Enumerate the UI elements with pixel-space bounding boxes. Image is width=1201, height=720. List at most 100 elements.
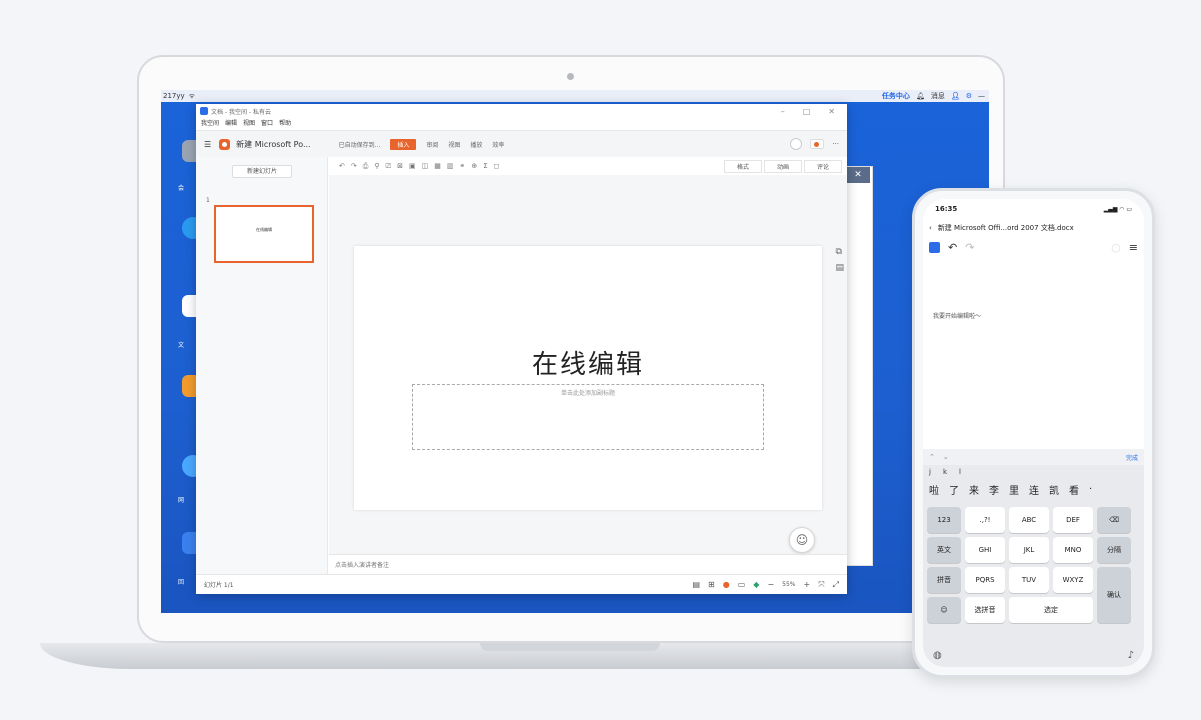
pinyin-item[interactable]: l bbox=[959, 468, 961, 476]
format-painter-icon[interactable]: ⎙ bbox=[363, 162, 369, 171]
shape-icon[interactable]: ◫ bbox=[422, 162, 429, 170]
hamburger-icon[interactable]: ☰ bbox=[204, 140, 211, 149]
key-def[interactable]: DEF bbox=[1053, 507, 1093, 533]
candidate[interactable]: · bbox=[1089, 484, 1092, 495]
formula-icon[interactable]: Σ bbox=[483, 162, 487, 170]
animation-button[interactable]: 动画 bbox=[763, 159, 802, 173]
key-english[interactable]: 英文 bbox=[927, 537, 961, 563]
speaker-notes[interactable]: 点击插入演讲者备注 bbox=[329, 554, 847, 574]
candidate[interactable]: 连 bbox=[1029, 482, 1039, 497]
pinyin-item[interactable]: j bbox=[929, 468, 931, 476]
candidate[interactable]: 来 bbox=[969, 482, 979, 497]
phone-doc-text[interactable]: 我要开始编辑啦～ bbox=[933, 311, 981, 320]
key-pqrs[interactable]: PQRS bbox=[965, 567, 1005, 593]
chevron-down-icon[interactable]: ⌄ bbox=[943, 453, 949, 461]
key-select[interactable]: 选定 bbox=[1009, 597, 1093, 623]
minimize-icon[interactable]: – bbox=[781, 107, 785, 116]
tab-insert[interactable]: 插入 bbox=[390, 138, 417, 150]
key-abc[interactable]: ABC bbox=[1009, 507, 1049, 533]
close-icon[interactable]: ✕ bbox=[828, 107, 835, 116]
menu-item[interactable]: 编辑 bbox=[225, 118, 237, 130]
candidate[interactable]: 里 bbox=[1009, 482, 1019, 497]
menu-item[interactable]: 我空间 bbox=[201, 118, 219, 130]
candidate[interactable]: 了 bbox=[949, 482, 959, 497]
wifi-icon[interactable]: ᯤ bbox=[189, 92, 195, 101]
tab-play[interactable]: 播放 bbox=[470, 140, 482, 149]
comment-button[interactable]: 评论 bbox=[803, 159, 842, 173]
theme-icon[interactable]: ◆ bbox=[753, 580, 759, 589]
undo-icon[interactable]: ↶ bbox=[339, 162, 345, 170]
layout-icon[interactable]: ⧉ bbox=[835, 247, 844, 257]
assistant-button[interactable]: ☺ bbox=[789, 527, 815, 553]
slide-thumbnail[interactable]: 在线编辑 bbox=[214, 205, 314, 263]
avatar[interactable]: ○ bbox=[1111, 241, 1121, 254]
fullscreen-icon[interactable]: ⤢ bbox=[833, 580, 839, 590]
taskbar-app-label[interactable]: 217yy bbox=[163, 92, 185, 100]
emoji-icon[interactable]: ☺ bbox=[927, 597, 961, 623]
chart-icon[interactable]: ▥ bbox=[447, 162, 454, 170]
slide[interactable]: 在线编辑 单击此处添加副标题 bbox=[354, 246, 822, 510]
table-icon[interactable]: ▦ bbox=[434, 162, 441, 170]
textbox-icon[interactable]: ⊠ bbox=[397, 162, 403, 170]
key-pinyin[interactable]: 拼音 bbox=[927, 567, 961, 593]
chevron-up-icon[interactable]: ⌃ bbox=[929, 453, 935, 461]
globe-icon[interactable]: ◍ bbox=[933, 650, 942, 661]
key-confirm[interactable]: 确认 bbox=[1097, 567, 1131, 623]
user-icon[interactable]: 👤︎ bbox=[951, 92, 960, 100]
candidate[interactable]: 啦 bbox=[929, 482, 939, 497]
print-icon[interactable]: ⎚ bbox=[386, 162, 392, 171]
redo-icon[interactable]: ↷ bbox=[351, 162, 357, 170]
zoom-in-icon[interactable]: + bbox=[803, 580, 810, 589]
undo-icon[interactable]: ↶ bbox=[948, 241, 957, 254]
menu-item[interactable]: 视图 bbox=[243, 118, 255, 130]
tab-efficiency[interactable]: 效率 bbox=[492, 140, 504, 149]
candidate[interactable]: 看 bbox=[1069, 482, 1079, 497]
symbol-icon[interactable]: ⊕ bbox=[471, 162, 477, 170]
link-icon[interactable]: ⚭ bbox=[459, 162, 465, 170]
pinyin-item[interactable]: k bbox=[943, 468, 947, 476]
task-center-label[interactable]: 任务中心 bbox=[882, 91, 910, 101]
close-icon[interactable]: ✕ bbox=[846, 167, 870, 183]
menu-icon[interactable]: ≡ bbox=[1129, 241, 1138, 254]
microphone-icon[interactable]: ♪ bbox=[1128, 650, 1134, 661]
done-button[interactable]: 完成 bbox=[1126, 453, 1138, 462]
subtitle-placeholder[interactable]: 单击此处添加副标题 bbox=[412, 384, 764, 450]
key-punct[interactable]: .,?! bbox=[965, 507, 1005, 533]
menu-item[interactable]: 帮助 bbox=[279, 118, 291, 130]
message-label[interactable]: 消息 bbox=[931, 91, 945, 101]
minimize-icon[interactable]: — bbox=[978, 92, 985, 100]
maximize-icon[interactable]: □ bbox=[803, 107, 811, 116]
format-button[interactable]: 格式 bbox=[723, 159, 762, 173]
reading-view-icon[interactable]: ▭ bbox=[738, 580, 746, 589]
notes-icon[interactable]: ▤ bbox=[835, 263, 844, 273]
key-mno[interactable]: MNO bbox=[1053, 537, 1093, 563]
zoom-out-icon[interactable]: − bbox=[767, 580, 774, 589]
background-window[interactable]: ✕ bbox=[843, 166, 873, 566]
image-icon[interactable]: ▣ bbox=[409, 162, 416, 170]
slide-title[interactable]: 在线编辑 bbox=[354, 344, 822, 381]
key-jkl[interactable]: JKL bbox=[1009, 537, 1049, 563]
bell-icon[interactable]: 🔔︎ bbox=[916, 92, 925, 100]
key-123[interactable]: 123 bbox=[927, 507, 961, 533]
tab-review[interactable]: 审阅 bbox=[426, 140, 438, 149]
record-button[interactable] bbox=[810, 139, 825, 149]
zoom-level[interactable]: 55% bbox=[782, 581, 795, 588]
search-icon[interactable]: ⚲ bbox=[374, 162, 379, 170]
key-select-pinyin[interactable]: 选拼音 bbox=[965, 597, 1005, 623]
menu-item[interactable]: 窗口 bbox=[261, 118, 273, 130]
key-wxyz[interactable]: WXYZ bbox=[1053, 567, 1093, 593]
avatar[interactable] bbox=[790, 138, 803, 150]
key-separator[interactable]: 分隔 bbox=[1097, 537, 1131, 563]
normal-view-icon[interactable]: ▤ bbox=[692, 580, 700, 589]
new-slide-button[interactable]: 新建幻灯片 bbox=[232, 165, 292, 178]
media-icon[interactable]: ◻ bbox=[494, 162, 500, 170]
play-icon[interactable]: ● bbox=[723, 580, 730, 589]
fit-icon[interactable]: ⤧ bbox=[818, 580, 824, 590]
sorter-view-icon[interactable]: ⊞ bbox=[708, 580, 715, 589]
document-name[interactable]: 新建 Microsoft Po... bbox=[236, 139, 310, 150]
backspace-icon[interactable]: ⌫ bbox=[1097, 507, 1131, 533]
tab-view[interactable]: 视图 bbox=[448, 140, 460, 149]
gear-icon[interactable]: ⚙ bbox=[966, 92, 972, 100]
more-icon[interactable]: ··· bbox=[832, 140, 839, 148]
key-ghi[interactable]: GHI bbox=[965, 537, 1005, 563]
